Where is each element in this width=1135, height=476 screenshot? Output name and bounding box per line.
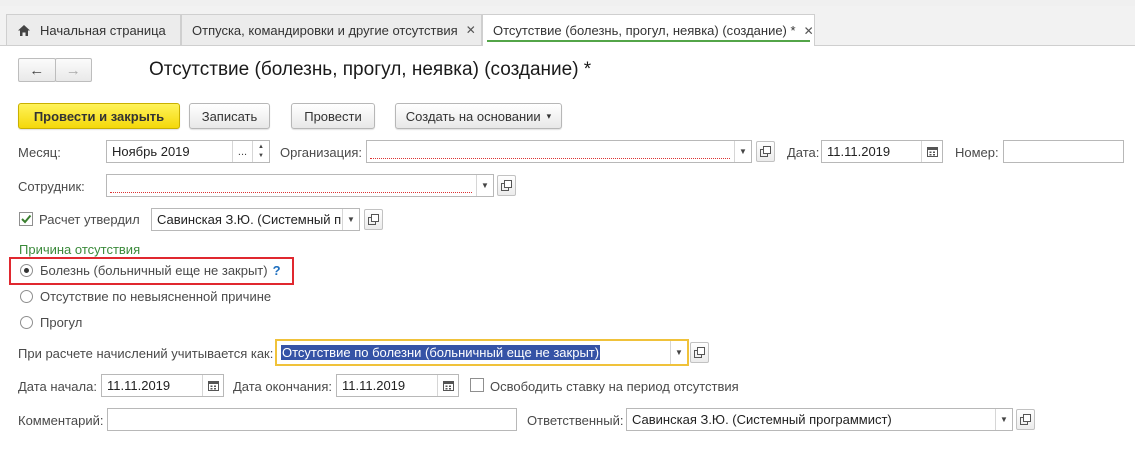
calendar-icon[interactable] (202, 375, 223, 396)
month-value: Ноябрь 2019 (112, 144, 190, 159)
checkmark-icon (21, 214, 32, 224)
accounting-dropdown-button[interactable]: ▼ (670, 341, 687, 364)
history-nav: ← → (18, 58, 92, 82)
back-button[interactable]: ← (18, 58, 56, 82)
approved-label: Расчет утвердил (39, 212, 140, 227)
responsible-value: Савинская З.Ю. (Системный программист) (632, 412, 892, 427)
create-based-on-button[interactable]: Создать на основании ▾ (395, 103, 562, 129)
organization-dropdown-button[interactable]: ▼ (734, 141, 751, 162)
organization-field[interactable]: ▼ (366, 140, 752, 163)
accounting-value: Отсутствие по болезни (больничный еще не… (281, 345, 601, 360)
forward-button[interactable]: → (54, 58, 92, 82)
month-label: Месяц: (18, 145, 61, 160)
open-icon (501, 180, 512, 191)
accounting-label: При расчете начислений учитывается как: (18, 346, 274, 361)
reason-option-unexplained[interactable]: Отсутствие по невыясненной причине (40, 289, 271, 304)
number-label: Номер: (955, 145, 999, 160)
open-icon (694, 347, 705, 358)
approved-checkbox[interactable] (19, 212, 33, 226)
date-label: Дата: (787, 145, 820, 160)
tab-absence-create[interactable]: Отсутствие (болезнь, прогул, неявка) (со… (482, 14, 815, 46)
start-date-value: 11.11.2019 (107, 378, 171, 393)
post-button[interactable]: Провести (291, 103, 375, 129)
open-responsible-button[interactable] (1016, 409, 1035, 430)
tab-absences-list-label: Отпуска, командировки и другие отсутстви… (192, 22, 458, 38)
calendar-icon[interactable] (437, 375, 458, 396)
approved-by-field[interactable]: Савинская З.Ю. (Системный п ▼ (151, 208, 360, 231)
responsible-field[interactable]: Савинская З.Ю. (Системный программист) ▼ (626, 408, 1013, 431)
tab-home[interactable]: Начальная страница (6, 14, 181, 45)
reason-radio-illness[interactable] (20, 264, 33, 277)
reason-option-truancy[interactable]: Прогул (40, 315, 82, 330)
responsible-dropdown-button[interactable]: ▼ (995, 409, 1012, 430)
required-marker (370, 158, 730, 159)
tab-absences-list[interactable]: Отпуска, командировки и другие отсутстви… (181, 14, 482, 45)
reason-radio-unexplained[interactable] (20, 290, 33, 303)
open-icon (368, 214, 379, 225)
reason-radio-truancy[interactable] (20, 316, 33, 329)
reason-option-illness-label: Болезнь (больничный еще не закрыт) (40, 263, 268, 278)
date-field[interactable]: 11.11.2019 (821, 140, 943, 163)
page-title: Отсутствие (болезнь, прогул, неявка) (со… (149, 59, 592, 80)
chevron-down-icon: ▾ (546, 110, 552, 121)
comment-field[interactable] (107, 408, 517, 431)
month-field[interactable]: Ноябрь 2019 ... ▲ ▼ (106, 140, 270, 163)
select-month-button[interactable]: ... (232, 141, 252, 162)
end-date-value: 11.11.2019 (342, 378, 406, 393)
end-date-label: Дата окончания: (233, 379, 332, 394)
open-icon (1020, 414, 1031, 425)
accounting-field[interactable]: Отсутствие по болезни (больничный еще не… (275, 339, 689, 366)
close-icon[interactable]: ✕ (466, 23, 476, 37)
approved-by-value: Савинская З.Ю. (Системный п (157, 212, 342, 227)
arrow-right-icon: → (65, 61, 81, 79)
organization-label: Организация: (280, 145, 363, 160)
start-date-label: Дата начала: (18, 379, 97, 394)
comment-label: Комментарий: (18, 413, 104, 428)
open-approved-by-button[interactable] (364, 209, 383, 230)
create-based-on-label: Создать на основании (405, 108, 541, 124)
radio-dot (24, 268, 29, 273)
arrow-left-icon: ← (29, 61, 45, 79)
start-date-field[interactable]: 11.11.2019 (101, 374, 224, 397)
date-value: 11.11.2019 (827, 144, 891, 159)
open-accounting-button[interactable] (690, 342, 709, 363)
help-icon[interactable]: ? (273, 263, 281, 278)
open-organization-button[interactable] (756, 141, 775, 162)
post-and-close-button[interactable]: Провести и закрыть (18, 103, 180, 129)
required-marker (110, 192, 472, 193)
close-icon[interactable]: ✕ (804, 24, 814, 38)
employee-dropdown-button[interactable]: ▼ (476, 175, 493, 196)
save-button[interactable]: Записать (189, 103, 270, 129)
employee-field[interactable]: ▼ (106, 174, 494, 197)
home-icon (17, 24, 31, 37)
open-employee-button[interactable] (497, 175, 516, 196)
calendar-icon[interactable] (921, 141, 942, 162)
employee-label: Сотрудник: (18, 179, 85, 194)
reason-option-illness[interactable]: Болезнь (больничный еще не закрыт)? (40, 263, 281, 278)
end-date-field[interactable]: 11.11.2019 (336, 374, 459, 397)
release-rate-label: Освободить ставку на период отсутствия (490, 379, 739, 394)
reason-section-title: Причина отсутствия (19, 242, 141, 257)
tab-home-label: Начальная страница (40, 22, 166, 38)
open-icon (760, 146, 771, 157)
release-rate-checkbox[interactable] (470, 378, 484, 392)
month-stepper[interactable]: ▲ ▼ (252, 141, 269, 162)
approved-by-dropdown-button[interactable]: ▼ (342, 209, 359, 230)
tab-bar: Начальная страница Отпуска, командировки… (0, 6, 1135, 46)
responsible-label: Ответственный: (527, 413, 624, 428)
tab-absence-create-label: Отсутствие (болезнь, прогул, неявка) (со… (493, 23, 796, 38)
number-field[interactable] (1003, 140, 1124, 163)
